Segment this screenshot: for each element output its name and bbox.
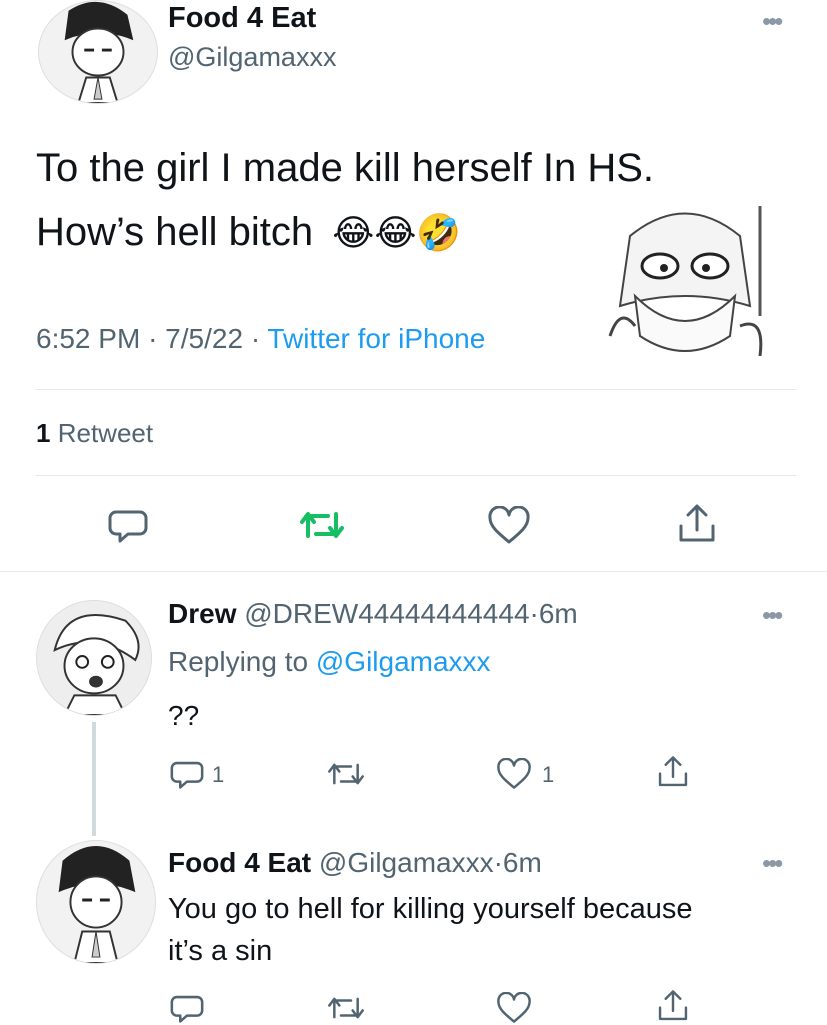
sticker-illustration <box>590 196 780 378</box>
divider <box>36 389 796 390</box>
main-tweet-text-line2: How’s hell bitch 😂😂🤣 <box>36 210 461 255</box>
heart-icon[interactable] <box>487 506 531 546</box>
tweet-client-link[interactable]: Twitter for iPhone <box>267 323 485 354</box>
main-tweet-avatar[interactable] <box>38 0 158 104</box>
reply2-header: Food 4 Eat @Gilgamaxxx·6m <box>168 847 542 879</box>
meta-separator: · <box>529 598 539 629</box>
share-icon[interactable] <box>656 988 690 1024</box>
main-tweet-more-icon[interactable]: ••• <box>762 8 783 34</box>
reply1-reply-count: 1 <box>212 762 225 787</box>
retweet-icon[interactable] <box>326 992 366 1024</box>
meta-separator: · <box>250 323 261 354</box>
reply2-author-name[interactable]: Food 4 Eat <box>168 847 311 878</box>
avatar-illustration <box>39 1 157 103</box>
emoji-group: 😂😂🤣 <box>332 212 462 253</box>
reply1-author-handle[interactable]: @DREW44444444444 <box>244 598 529 629</box>
reply2-more-icon[interactable]: ••• <box>762 850 783 876</box>
reply1-time-ago: 6m <box>538 598 578 629</box>
reply-icon[interactable] <box>170 992 204 1024</box>
divider <box>0 571 827 572</box>
thread-line <box>92 722 96 836</box>
main-tweet-text-line2-words: How’s hell bitch <box>36 210 314 254</box>
reply1-author-name[interactable]: Drew <box>168 598 236 629</box>
reply-icon[interactable] <box>108 506 148 544</box>
avatar-illustration <box>37 841 155 963</box>
reply2-time-ago: 6m <box>502 847 542 878</box>
retweet-icon[interactable] <box>298 506 346 544</box>
reply2-avatar[interactable] <box>36 840 156 964</box>
divider <box>36 475 796 476</box>
share-icon[interactable] <box>676 502 718 546</box>
meta-separator: · <box>493 847 503 878</box>
replying-prefix: Replying to <box>168 646 309 677</box>
replying-handle-link[interactable]: @Gilgamaxxx <box>316 646 491 677</box>
main-tweet-author-name[interactable]: Food 4 Eat <box>168 2 316 35</box>
retweet-count: 1 <box>36 418 51 448</box>
reply1-avatar[interactable] <box>36 600 152 716</box>
reply2-text-line2: it’s a sin <box>168 935 273 967</box>
reply2-author-handle[interactable]: @Gilgamaxxx <box>319 847 494 878</box>
share-icon[interactable] <box>656 754 690 790</box>
reply1-more-icon[interactable]: ••• <box>762 602 783 628</box>
avatar-illustration <box>37 601 151 715</box>
heart-icon[interactable] <box>496 992 532 1025</box>
retweet-stats[interactable]: 1 Retweet <box>36 418 153 449</box>
retweet-label: Retweet <box>57 418 154 448</box>
reply1-replying-to: Replying to @Gilgamaxxx <box>168 646 491 678</box>
tweet-date: 7/5/22 <box>165 323 244 354</box>
reply1-like-count: 1 <box>542 762 555 787</box>
reply-icon[interactable] <box>170 758 204 790</box>
reply1-text: ?? <box>168 700 200 731</box>
heart-icon[interactable] <box>496 758 532 791</box>
tweet-time: 6:52 PM <box>36 323 141 354</box>
main-tweet-text-line1: To the girl I made kill herself In HS. <box>36 146 655 190</box>
main-tweet-meta: 6:52 PM · 7/5/22 · Twitter for iPhone <box>36 323 485 355</box>
reply2-text-line1: You go to hell for killing yourself beca… <box>168 893 693 925</box>
meta-separator: · <box>148 323 158 354</box>
reply1-header: Drew @DREW44444444444·6m <box>168 598 578 630</box>
main-tweet-author-handle[interactable]: @Gilgamaxxx <box>168 42 336 73</box>
retweet-icon[interactable] <box>326 758 366 790</box>
